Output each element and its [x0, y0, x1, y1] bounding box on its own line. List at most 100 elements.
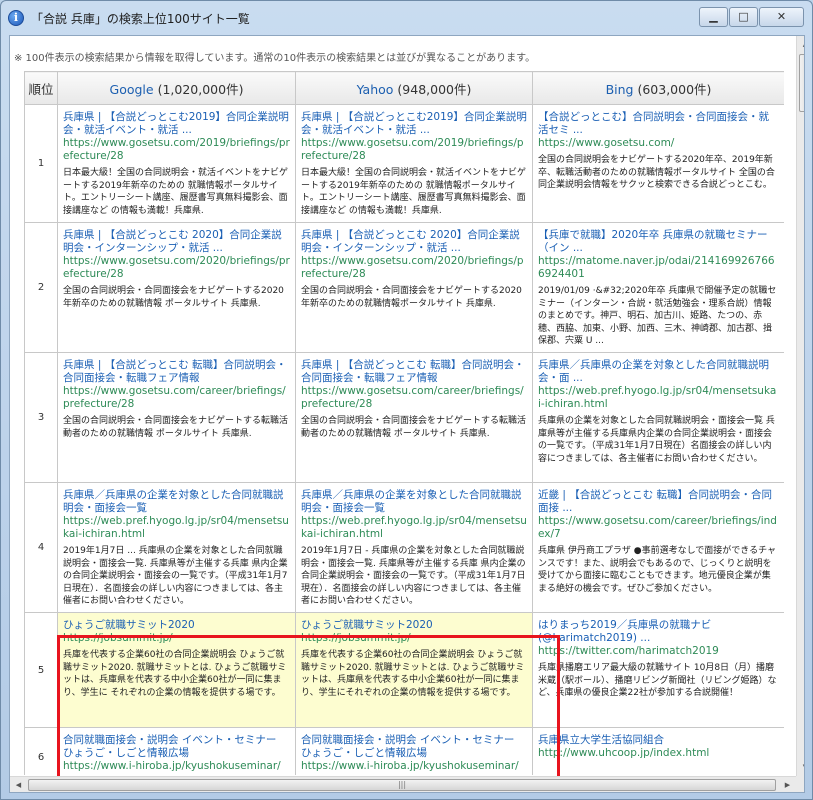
result-url-link[interactable]: https://www.gosetsu.com/	[538, 137, 779, 150]
vertical-scrollbar[interactable]: ▲ ▼	[796, 36, 804, 776]
table-row-highlighted: 5 ひょうご就職サミット2020 https://jobsummit.jp/ 兵…	[24, 612, 784, 728]
result-title-link[interactable]: 兵庫県／兵庫県の企業を対象とした合同就職説明会・面接会一覧	[63, 489, 290, 515]
horizontal-scrollbar[interactable]: ◀ ||| ▶	[10, 776, 796, 792]
result-url-link[interactable]: https://www.gosetsu.com/2019/briefings/p…	[63, 137, 290, 163]
result-url-link[interactable]: https://www.i-hiroba.jp/kyushokuseminar/	[301, 760, 527, 773]
result-url-link[interactable]: https://jobsummit.jp/	[63, 632, 290, 645]
result-title-link[interactable]: 【兵庫で就職】2020年卒 兵庫県の就職セミナー（イン ...	[538, 229, 779, 255]
result-title-link[interactable]: ひょうご就職サミット2020	[63, 619, 290, 632]
yahoo-result-cell: ひょうご就職サミット2020 https://jobsummit.jp/ 兵庫を…	[295, 612, 533, 728]
result-url-link[interactable]: https://www.gosetsu.com/career/briefings…	[63, 385, 290, 411]
result-description: 日本最大級！全国の合同説明会・就活イベントをナビゲートする2019年新卒のための…	[301, 168, 527, 216]
result-description: 2019年1月7日 - 兵庫県の企業を対象とした合同就職説明会・面接会一覧. 兵…	[301, 546, 526, 606]
result-title-link[interactable]: 兵庫県 | 【合説どっとこむ2019】合同企業説明会・就活イベント・就活 ...	[301, 111, 527, 137]
info-icon: i	[8, 10, 24, 26]
table-row: 1 兵庫県 | 【合説どっとこむ2019】合同企業説明会・就活イベント・就活 .…	[24, 104, 784, 223]
close-button[interactable]: ✕	[759, 7, 804, 27]
google-result-cell: 兵庫県 | 【合説どっとこむ 転職】合同説明会・合同面接会・転職フェア情報 ht…	[57, 352, 296, 483]
header-bing[interactable]: Bing (603,000件)	[532, 71, 784, 105]
yahoo-result-cell: 合同就職面接会・説明会 イベント・セミナー ひょうご・しごと情報広場 https…	[295, 727, 533, 775]
result-url-link[interactable]: https://www.gosetsu.com/career/briefings…	[301, 385, 527, 411]
bing-result-cell: 兵庫県立大学生活協同組合 http://www.uhcoop.jp/index.…	[532, 727, 784, 775]
result-title-link[interactable]: 【合説どっとこむ】合同説明会・合同面接会・就活セミ ...	[538, 111, 779, 137]
result-description: 全国の合同説明会・合同面接会をナビゲートする2020年新卒のための就職情報ポータ…	[301, 286, 522, 309]
header-bing-count: (603,000件)	[633, 81, 712, 97]
rank-cell: 5	[24, 612, 58, 728]
result-url-link[interactable]: https://matome.naver.jp/odai/21416992676…	[538, 255, 779, 281]
result-title-link[interactable]: 兵庫県 | 【合説どっとこむ 2020】合同企業説明会・インターンシップ・就活 …	[301, 229, 527, 255]
result-title-link[interactable]: 兵庫県立大学生活協同組合	[538, 734, 779, 747]
notice-text: ※ 100件表示の検索結果から情報を取得しています。通常の10件表示の検索結果と…	[14, 53, 536, 64]
result-title-link[interactable]: 近畿 | 【合説どっとこむ 転職】合同説明会・合同面接 ...	[538, 489, 779, 515]
rank-cell: 4	[24, 482, 58, 613]
result-description: 2019年1月7日 ... 兵庫県の企業を対象とした合同就職説明会・面接会一覧.…	[63, 546, 288, 606]
scroll-right-arrow-icon[interactable]: ▶	[779, 777, 796, 792]
table-row: 3 兵庫県 | 【合説どっとこむ 転職】合同説明会・合同面接会・転職フェア情報 …	[24, 352, 784, 483]
header-yahoo-count: (948,000件)	[393, 81, 472, 97]
vertical-scroll-thumb[interactable]	[799, 54, 804, 112]
bing-result-cell: 【兵庫で就職】2020年卒 兵庫県の就職セミナー（イン ... https://…	[532, 222, 784, 353]
result-description: 兵庫を代表する企業60社の合同企業説明会 ひょうご就職サミット2020. 就職サ…	[301, 650, 525, 698]
maximize-button[interactable]: □	[729, 7, 758, 27]
result-title-link[interactable]: 兵庫県／兵庫県の企業を対象とした合同就職説明会・面接会一覧	[301, 489, 527, 515]
result-url-link[interactable]: https://twitter.com/harimatch2019	[538, 645, 779, 658]
result-title-link[interactable]: ひょうご就職サミット2020	[301, 619, 527, 632]
result-title-link[interactable]: 兵庫県 | 【合説どっとこむ 転職】合同説明会・合同面接会・転職フェア情報	[301, 359, 527, 385]
header-rank: 順位	[24, 71, 58, 105]
result-description: 兵庫を代表する企業60社の合同企業説明会 ひょうご就職サミット2020. 就職サ…	[63, 650, 287, 698]
result-description: 全国の合同説明会をナビゲートする2020年卒、2019年新卒、転職活動者のための…	[538, 155, 775, 190]
google-result-cell: 兵庫県 | 【合説どっとこむ2019】合同企業説明会・就活イベント・就活 ...…	[57, 104, 296, 223]
header-google[interactable]: Google (1,020,000件)	[57, 71, 296, 105]
header-google-count: (1,020,000件)	[153, 81, 244, 97]
result-title-link[interactable]: 兵庫県 | 【合説どっとこむ 2020】合同企業説明会・インターンシップ・就活 …	[63, 229, 290, 255]
rank-cell: 6	[24, 727, 58, 775]
result-description: 全国の合同説明会・合同面接会をナビゲートする2020年新卒のための就職情報 ポー…	[63, 286, 284, 309]
google-result-cell: 兵庫県 | 【合説どっとこむ 2020】合同企業説明会・インターンシップ・就活 …	[57, 222, 296, 353]
result-title-link[interactable]: 合同就職面接会・説明会 イベント・セミナー ひょうご・しごと情報広場	[301, 734, 527, 760]
result-url-link[interactable]: https://www.gosetsu.com/2020/briefings/p…	[63, 255, 290, 281]
rank-cell: 1	[24, 104, 58, 223]
result-url-link[interactable]: https://www.i-hiroba.jp/kyushokuseminar/	[63, 760, 290, 773]
result-url-link[interactable]: https://jobsummit.jp/	[301, 632, 527, 645]
yahoo-result-cell: 兵庫県 | 【合説どっとこむ2019】合同企業説明会・就活イベント・就活 ...…	[295, 104, 533, 223]
result-description: 兵庫県 伊丹商工プラザ ●事前選考なしで面接ができるチャンスです！また、説明会で…	[538, 546, 777, 594]
table-row: 4 兵庫県／兵庫県の企業を対象とした合同就職説明会・面接会一覧 https://…	[24, 482, 784, 613]
rank-cell: 2	[24, 222, 58, 353]
result-description: 2019/01/09 ·&#32;2020年卒 兵庫県で開催予定の就職セミナー（…	[538, 286, 777, 346]
window-controls: ▁ □ ✕	[699, 7, 804, 27]
google-result-cell: ひょうご就職サミット2020 https://jobsummit.jp/ 兵庫を…	[57, 612, 296, 728]
yahoo-result-cell: 兵庫県 | 【合説どっとこむ 転職】合同説明会・合同面接会・転職フェア情報 ht…	[295, 352, 533, 483]
result-url-link[interactable]: https://web.pref.hyogo.lg.jp/sr04/menset…	[63, 515, 290, 541]
scroll-down-arrow-icon[interactable]: ▼	[797, 759, 804, 776]
google-result-cell: 合同就職面接会・説明会 イベント・セミナー ひょうご・しごと情報広場 https…	[57, 727, 296, 775]
result-title-link[interactable]: はりまっち2019／兵庫県の就職ナビ (@harimatch2019) ...	[538, 619, 779, 645]
scroll-up-arrow-icon[interactable]: ▲	[797, 36, 804, 53]
result-title-link[interactable]: 合同就職面接会・説明会 イベント・セミナー ひょうご・しごと情報広場	[63, 734, 290, 760]
result-title-link[interactable]: 兵庫県 | 【合説どっとこむ 転職】合同説明会・合同面接会・転職フェア情報	[63, 359, 290, 385]
result-description: 全国の合同説明会・合同面接会をナビゲートする転職活動者のための就職情報 ポータル…	[301, 416, 527, 439]
content-area: ※ 100件表示の検索結果から情報を取得しています。通常の10件表示の検索結果と…	[9, 35, 805, 793]
header-yahoo[interactable]: Yahoo (948,000件)	[295, 71, 533, 105]
result-url-link[interactable]: http://www.uhcoop.jp/index.html	[538, 747, 779, 760]
result-title-link[interactable]: 兵庫県 | 【合説どっとこむ2019】合同企業説明会・就活イベント・就活 ...	[63, 111, 290, 137]
result-url-link[interactable]: https://web.pref.hyogo.lg.jp/sr04/menset…	[301, 515, 527, 541]
result-description: 兵庫県の企業を対象とした合同就職説明会・面接会一覧 兵庫県等が主催する兵庫県内企…	[538, 416, 775, 464]
resize-grip[interactable]	[796, 776, 804, 792]
result-url-link[interactable]: https://www.gosetsu.com/2020/briefings/p…	[301, 255, 527, 281]
horizontal-scroll-thumb[interactable]: |||	[28, 779, 776, 791]
window-title: 「合説 兵庫」の検索上位100サイト一覧	[31, 12, 250, 26]
title-bar[interactable]: i 「合説 兵庫」の検索上位100サイト一覧 ▁ □ ✕	[1, 1, 812, 35]
minimize-button[interactable]: ▁	[699, 7, 728, 27]
dialog-window: i 「合説 兵庫」の検索上位100サイト一覧 ▁ □ ✕ ※ 100件表示の検索…	[0, 0, 813, 800]
scroll-left-arrow-icon[interactable]: ◀	[10, 777, 27, 792]
result-url-link[interactable]: https://www.gosetsu.com/2019/briefings/p…	[301, 137, 527, 163]
result-title-link[interactable]: 兵庫県／兵庫県の企業を対象とした合同就職説明会・面 ...	[538, 359, 779, 385]
table-row: 6 合同就職面接会・説明会 イベント・セミナー ひょうご・しごと情報広場 htt…	[24, 727, 784, 775]
header-yahoo-name: Yahoo	[356, 81, 394, 97]
bing-result-cell: 【合説どっとこむ】合同説明会・合同面接会・就活セミ ... https://ww…	[532, 104, 784, 223]
result-url-link[interactable]: https://web.pref.hyogo.lg.jp/sr04/menset…	[538, 385, 779, 411]
result-url-link[interactable]: https://www.gosetsu.com/career/briefings…	[538, 515, 779, 541]
table-row: 2 兵庫県 | 【合説どっとこむ 2020】合同企業説明会・インターンシップ・就…	[24, 222, 784, 353]
header-bing-name: Bing	[605, 81, 634, 97]
result-description: 日本最大級！全国の合同説明会・就活イベントをナビゲートする2019年新卒のための…	[63, 168, 289, 216]
